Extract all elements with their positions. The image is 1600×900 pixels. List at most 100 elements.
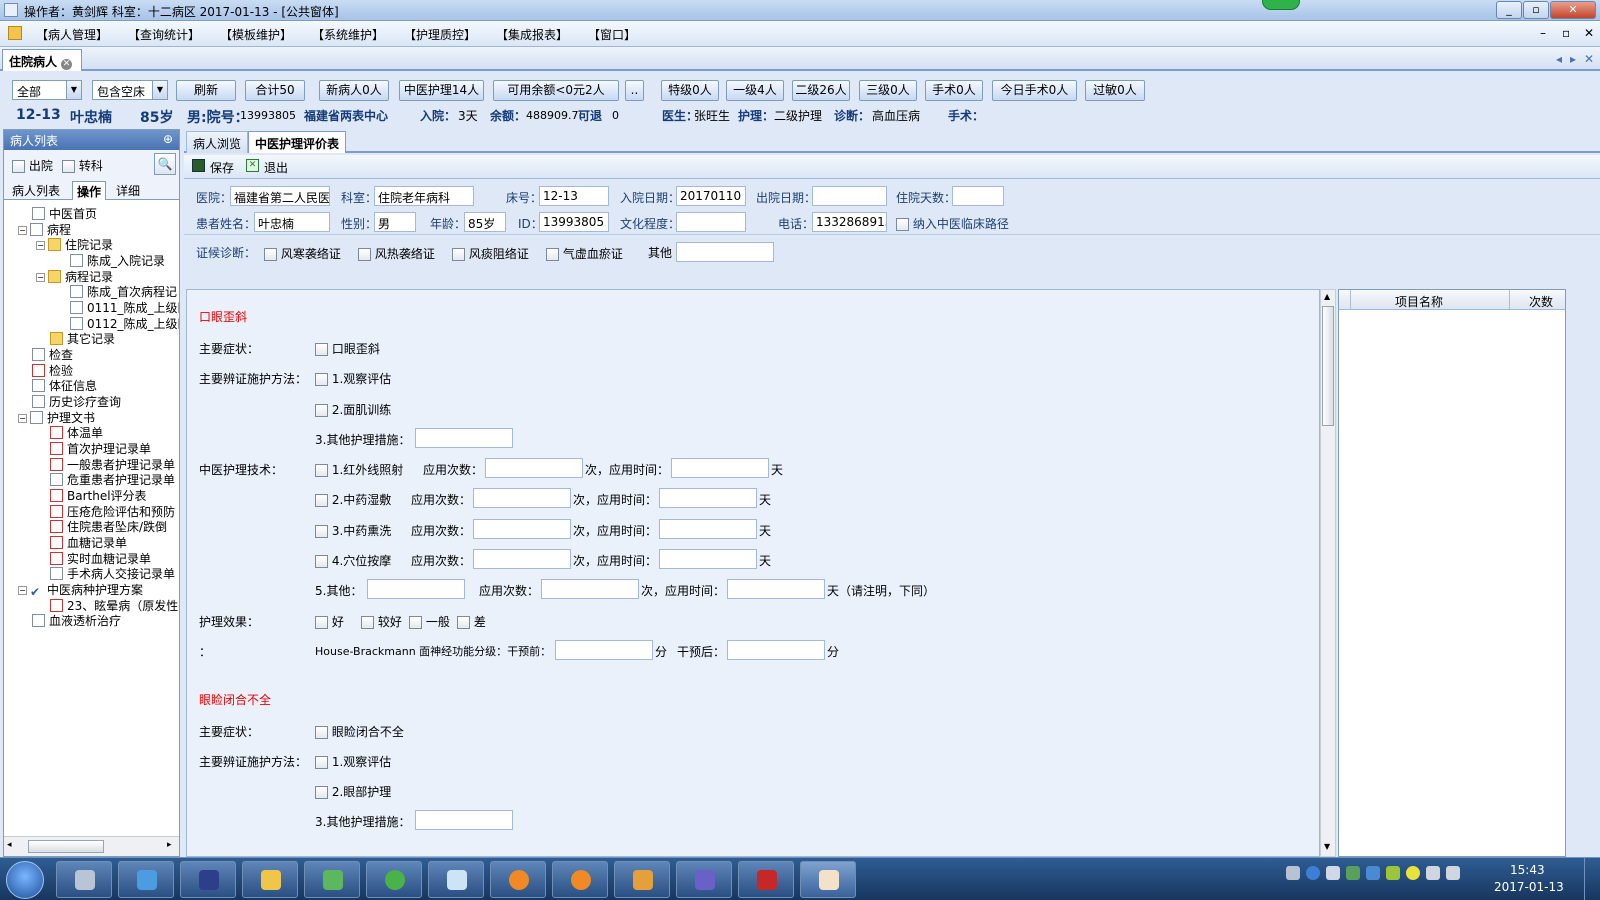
tree-item[interactable]: 血液透析治疗 [32,613,121,629]
scroll-thumb[interactable] [28,840,104,853]
menu-reports[interactable]: 【集成报表】 [496,26,568,43]
age-field[interactable]: 85岁 [464,212,506,232]
tree-item[interactable]: 其它记录 [50,331,115,347]
phone-field[interactable]: 13328689150 [812,212,887,232]
stay-days-field[interactable] [952,186,1004,206]
tree-item[interactable]: − 住院记录 [36,237,113,253]
checkbox-icon[interactable] [361,616,374,629]
tab-operations[interactable]: 操作 [72,181,107,200]
effect-option[interactable]: 好 [315,613,344,630]
pathway-check[interactable]: 纳入中医临床路径 [896,215,1009,232]
tray-icon[interactable] [1406,866,1420,880]
times-field[interactable] [473,488,571,508]
tree-item[interactable]: 0112_陈成_上级医 [70,316,179,332]
tree-item[interactable]: 0111_陈成_上级医 [70,300,179,316]
menu-system[interactable]: 【系统维护】 [312,26,384,43]
maximize-button[interactable]: ▫ [1523,1,1549,19]
bed-select[interactable]: 包含空床 ▼ [92,80,168,100]
tree-item[interactable]: 23、眩晕病（原发性 [50,598,178,614]
tree-item[interactable]: 住院患者坠床/跌倒 [50,519,167,535]
hospital-field[interactable]: 福建省第二人民医 [230,186,330,206]
clock-date[interactable]: 2017-01-13 [1494,880,1564,894]
collapse-icon[interactable]: − [18,226,27,235]
tab-tcm-evaluation[interactable]: 中医护理评价表 [248,131,347,153]
hb-before-field[interactable] [555,640,653,660]
scroll-right-icon[interactable]: ▸ [167,840,172,850]
today-surgery-button[interactable]: 今日手术0人 [992,80,1077,101]
tab-patient-list[interactable]: 病人列表 [8,181,64,200]
chevron-down-icon[interactable]: ▼ [66,81,81,99]
education-field[interactable] [676,212,746,232]
tree-item[interactable]: 陈成_入院记录 [70,253,165,269]
scroll-left-icon[interactable]: ◂ [7,840,12,850]
tree-item[interactable]: Barthel评分表 [50,488,147,504]
transfer-check[interactable]: 转科 [62,157,103,174]
checkbox-icon[interactable] [896,218,909,231]
tab-inpatients[interactable]: 住院病人 ✕ [2,49,82,71]
collapse-icon[interactable]: − [36,273,45,282]
volume-icon[interactable] [1426,866,1440,880]
taskbar-app[interactable] [366,861,422,898]
flag-icon[interactable] [1446,866,1460,880]
column-item-name[interactable]: 项目名称 [1395,293,1443,310]
tree-item[interactable]: − ✔ 中医病种护理方案 [18,582,143,599]
taskbar-app[interactable] [676,861,732,898]
checkbox-icon[interactable] [409,616,422,629]
method-check[interactable]: 1.观察评估 [315,753,391,770]
taskbar-app[interactable] [552,861,608,898]
exit-button[interactable]: 退出 [264,159,288,176]
collapse-icon[interactable]: − [36,241,45,250]
search-icon[interactable]: 🔍 [154,153,176,175]
exit-icon[interactable]: ✕ [246,159,259,172]
duration-field[interactable] [659,549,757,569]
show-desktop-button[interactable] [1584,858,1600,900]
duration-field[interactable] [727,579,825,599]
more-button[interactable]: .. [625,80,644,101]
tree-item[interactable]: 中医首页 [32,206,97,222]
tray-icon[interactable] [1326,866,1340,880]
tab-patient-browse[interactable]: 病人浏览 [186,131,249,153]
special-level-button[interactable]: 特级0人 [661,80,719,101]
syndrome-option[interactable]: 风热袭络证 [358,245,435,262]
save-icon[interactable] [192,159,205,172]
taskbar-app[interactable] [180,861,236,898]
tree-item[interactable]: 历史诊疗查询 [32,394,121,410]
symptom-check[interactable]: 眼睑闭合不全 [315,723,404,740]
help-icon[interactable] [1306,866,1320,880]
taskbar-app-active[interactable] [800,861,856,898]
checkbox-icon[interactable] [12,160,25,173]
name-field[interactable]: 叶忠楠 [254,212,330,232]
syndrome-option[interactable]: 风寒袭络证 [264,245,341,262]
other-tech-field[interactable] [367,579,465,599]
mdi-close-button[interactable]: ✕ [1584,26,1594,40]
other-field[interactable] [676,242,774,262]
times-field[interactable] [485,458,583,478]
column-count[interactable]: 次数 [1529,293,1553,310]
taskbar-app[interactable] [304,861,360,898]
checkbox-icon[interactable] [315,525,328,538]
sex-field[interactable]: 男 [374,212,416,232]
checkbox-icon[interactable] [315,404,328,417]
effect-option[interactable]: 较好 [361,613,402,630]
tray-icon[interactable] [1346,866,1360,880]
tree-item[interactable]: − 病程记录 [36,269,113,285]
scroll-thumb[interactable] [1322,306,1334,426]
syndrome-option[interactable]: 气虚血瘀证 [546,245,623,262]
menu-template[interactable]: 【模板维护】 [220,26,292,43]
admit-date-field[interactable]: 20170110 [676,186,746,206]
discharge-check[interactable]: 出院 [12,157,53,174]
tree-item[interactable]: − 病程 [18,222,71,238]
tray-icon[interactable] [1386,866,1400,880]
taskbar-app[interactable] [738,861,794,898]
tree-item[interactable]: 首次护理记录单 [50,441,151,457]
checkbox-icon[interactable] [315,786,328,799]
duration-field[interactable] [659,488,757,508]
taskbar-app[interactable] [118,861,174,898]
tree-item[interactable]: 危重患者护理记录单 [50,472,175,488]
effect-option[interactable]: 差 [457,613,486,630]
tech-check[interactable]: 1.红外线照射 [315,461,403,478]
method-check[interactable]: 1.观察评估 [315,370,391,387]
horizontal-scrollbar[interactable]: ◂ ▸ [4,836,179,856]
tab-close-icon[interactable]: ✕ [61,59,73,70]
checkbox-icon[interactable] [315,555,328,568]
